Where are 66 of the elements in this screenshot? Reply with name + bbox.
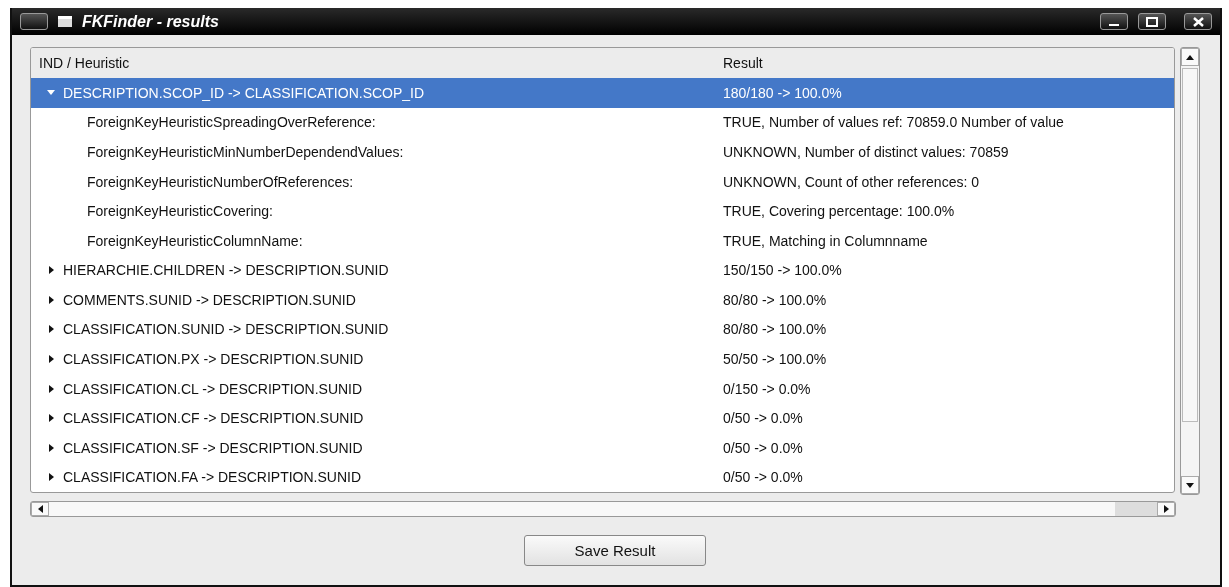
heuristic-label: ForeignKeyHeuristicMinNumberDependendValues:	[87, 143, 404, 160]
caret-right-icon	[48, 414, 54, 423]
minimize-button[interactable]	[1100, 13, 1128, 30]
left-arrow-icon	[37, 505, 43, 513]
result-text: UNKNOWN, Number of distinct values: 70859	[723, 143, 1009, 160]
tree-item-label: HIERARCHIE.CHILDREN -> DESCRIPTION.SUNID	[63, 262, 389, 279]
tree-item-label: CLASSIFICATION.SF -> DESCRIPTION.SUNID	[63, 439, 363, 456]
tree-item-label: DESCRIPTION.SCOP_ID -> CLASSIFICATION.SCOP_ID	[63, 84, 425, 101]
result-text: 50/50 -> 100.0%	[723, 351, 827, 367]
tree-row[interactable]: CLASSIFICATION.PX -> DESCRIPTION.SUNID 50/50 -> 100.0%	[31, 344, 1174, 374]
caret-right-icon	[1163, 505, 1169, 513]
result-text: TRUE, Number of values ref: 70859.0 Number of value	[723, 114, 1064, 131]
tree-row[interactable]: CLASSIFICATION.SUNID -> DESCRIPTION.SUNID 80/80 -> 100.0%	[31, 314, 1174, 345]
tree-row[interactable]: CLASSIFICATION.CL -> DESCRIPTION.SUNID 0/150 -> 0.0%	[31, 373, 1174, 404]
caret-down-icon	[1186, 482, 1194, 488]
tree-row[interactable]: HIERARCHIE.CHILDREN -> DESCRIPTION.SUNID 150/150 -> 100.0%	[31, 255, 1174, 286]
result-text: 180/180 -> 100.0%	[723, 84, 842, 101]
tree-row[interactable]: CLASSIFICATION.CF -> DESCRIPTION.SUNID 0/50 -> 0.0%	[31, 403, 1174, 433]
window-title: FKFinder - results	[82, 12, 219, 31]
caret-right-icon	[48, 443, 54, 452]
caret-right-icon	[48, 355, 54, 363]
caret-right-icon	[48, 473, 54, 482]
horizontal-scrollbar[interactable]	[30, 501, 1176, 517]
result-text: 0/50 -> 0.0%	[723, 439, 803, 456]
tree-row[interactable]: CLASSIFICATION.FA -> DESCRIPTION.SUNID 0/50 -> 0.0%	[31, 462, 1174, 492]
column-header[interactable]: Result	[715, 48, 1174, 78]
tree-row[interactable]: CLASSIFICATION.SF -> DESCRIPTION.SUNID 0/50 -> 0.0%	[31, 432, 1174, 463]
up-arrow-icon	[1186, 54, 1194, 60]
scroll-thumb[interactable]	[1182, 68, 1198, 422]
heuristic-label: ForeignKeyHeuristicCovering:	[87, 203, 273, 220]
vertical-scrollbar[interactable]	[1180, 47, 1200, 495]
result-text: 0/150 -> 0.0%	[723, 380, 811, 397]
heuristic-label: ForeignKeyHeuristicColumnName:	[87, 232, 303, 249]
result-text: 150/150 -> 100.0%	[723, 262, 842, 279]
tree-row[interactable]: COMMENTS.SUNID -> DESCRIPTION.SUNID 80/80 -> 100.0%	[31, 285, 1174, 315]
column-header[interactable]: IND / Heuristic	[31, 48, 715, 78]
close-button[interactable]	[1184, 13, 1212, 30]
caret-right-icon	[48, 295, 54, 304]
caret-right-icon	[48, 384, 54, 393]
tree-item-label: CLASSIFICATION.CL -> DESCRIPTION.SUNID	[63, 380, 363, 397]
result-text: 80/80 -> 100.0%	[723, 291, 827, 308]
window-menu-button[interactable]	[20, 13, 48, 30]
tree-item-label: CLASSIFICATION.CF -> DESCRIPTION.SUNID	[63, 410, 364, 427]
result-text: UNKNOWN, Count of other references: 0	[723, 173, 979, 190]
maximize-icon	[1146, 16, 1158, 27]
heuristic-label: ForeignKeyHeuristicNumberOfReferences:	[87, 173, 354, 190]
caret-down-icon	[47, 90, 55, 96]
minimize-icon	[1109, 23, 1119, 26]
scroll-thumb[interactable]	[1115, 502, 1157, 516]
result-text: TRUE, Matching in Columnname	[723, 232, 928, 249]
result-text: 0/50 -> 0.0%	[723, 410, 803, 427]
maximize-button[interactable]	[1138, 13, 1166, 30]
heuristic-label: ForeignKeyHeuristicSpreadingOverReference:	[87, 114, 376, 131]
tree-item-label: CLASSIFICATION.FA -> DESCRIPTION.SUNID	[63, 469, 362, 486]
tree-row[interactable]: DESCRIPTION.SCOP_ID -> CLASSIFICATION.SCOP_ID 180/180 -> 100.0%	[31, 78, 1174, 108]
result-text: 0/50 -> 0.0%	[723, 469, 803, 486]
result-text: 80/80 -> 100.0%	[723, 321, 827, 338]
close-icon	[1192, 16, 1204, 27]
tree-item-label: CLASSIFICATION.SUNID -> DESCRIPTION.SUNID	[63, 321, 389, 338]
caret-right-icon	[48, 325, 54, 334]
tree-item-label: CLASSIFICATION.PX -> DESCRIPTION.SUNID	[63, 351, 364, 367]
caret-right-icon	[48, 266, 54, 275]
tree-item-label: COMMENTS.SUNID -> DESCRIPTION.SUNID	[63, 291, 356, 308]
result-text: TRUE, Covering percentage: 100.0%	[723, 203, 955, 220]
window-icon	[58, 16, 72, 27]
save-button[interactable]: Save Result	[524, 535, 706, 566]
